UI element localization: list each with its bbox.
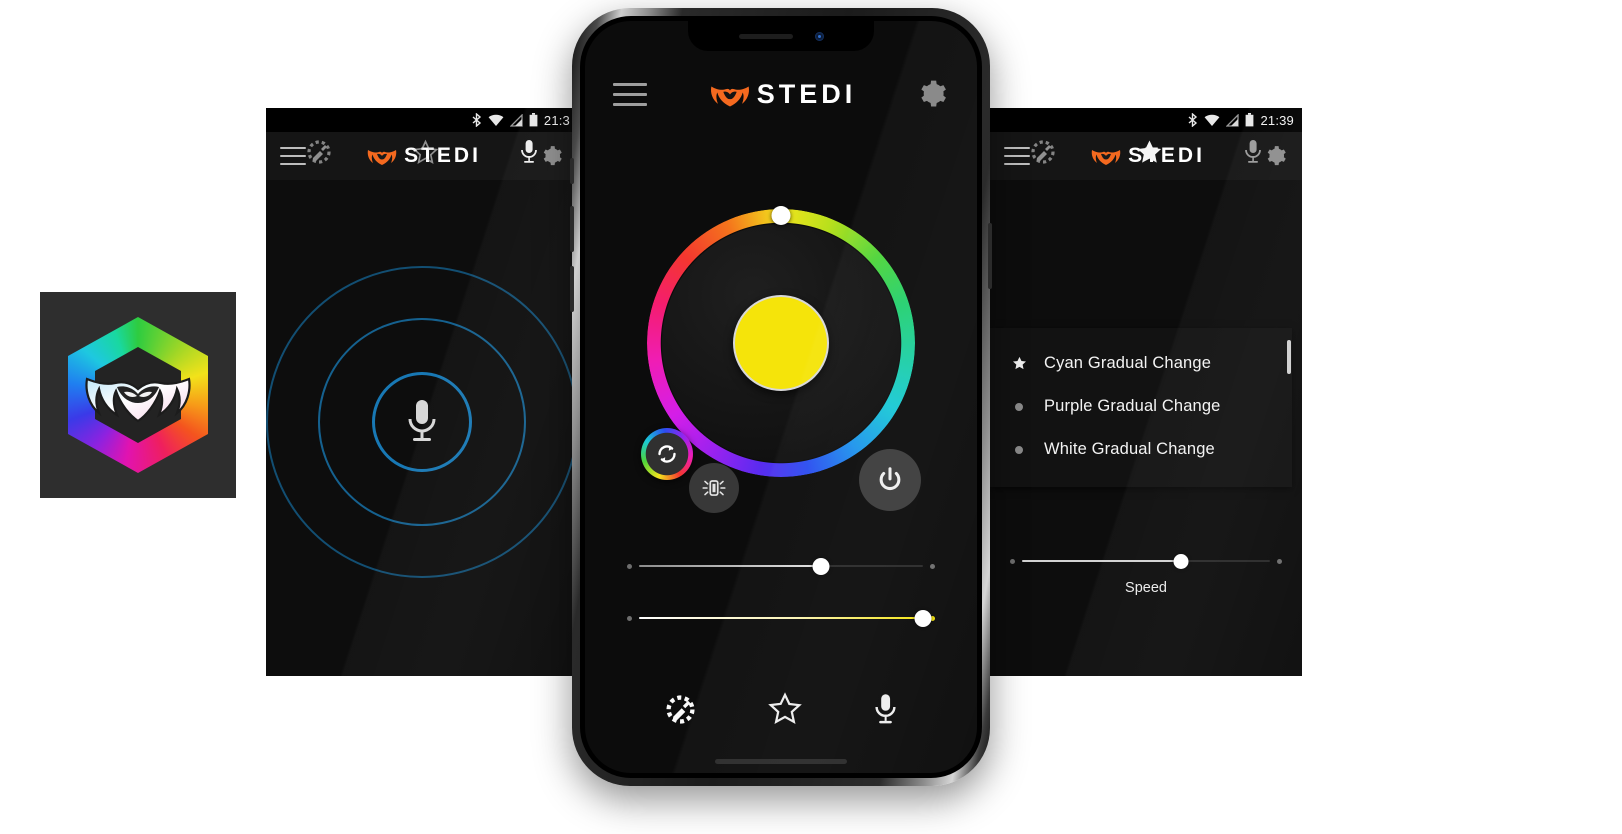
mute-switch[interactable] (570, 158, 574, 184)
center-appbar: STEDI (585, 67, 977, 121)
speed-slider-label: Speed (1125, 580, 1167, 596)
star-filled-icon (1010, 356, 1028, 371)
list-scrollbar[interactable] (1287, 340, 1291, 374)
center-brand: STEDI (710, 79, 857, 110)
tab-voice[interactable] (1244, 139, 1262, 165)
refresh-cycle-icon (658, 445, 676, 463)
tab-favourites[interactable] (412, 139, 439, 166)
right-phone: 21:39 STEDI Cyan Gradual Change Purple G… (990, 108, 1302, 676)
favourites-list: Cyan Gradual Change Purple Gradual Chang… (990, 328, 1292, 487)
slider-max-cap (930, 563, 935, 569)
list-item[interactable]: Cyan Gradual Change (990, 342, 1292, 385)
tab-color-picker[interactable] (306, 139, 332, 165)
color-cycle-button[interactable] (641, 428, 693, 480)
preset-label: Cyan Gradual Change (1044, 354, 1212, 372)
slider-min-cap (627, 563, 632, 569)
front-camera (814, 31, 824, 41)
stedi-wing-icon (710, 86, 749, 106)
speed-control: Speed (1010, 552, 1282, 596)
brand-wordmark: STEDI (756, 78, 857, 109)
side-power-button[interactable] (988, 223, 992, 289)
gear-icon[interactable] (919, 79, 949, 109)
tab-color-picker[interactable] (665, 694, 696, 725)
tab-favourites[interactable] (1136, 139, 1163, 166)
slider-knob[interactable] (914, 609, 932, 627)
slider-min-cap (1010, 558, 1015, 564)
power-button[interactable] (859, 449, 921, 511)
list-item[interactable]: Purple Gradual Change (990, 385, 1292, 428)
app-icon-tile[interactable] (40, 292, 236, 498)
slider-knob[interactable] (812, 557, 830, 575)
slider-fill (639, 616, 925, 620)
owl-wings-icon (85, 377, 191, 423)
home-indicator[interactable] (715, 759, 847, 764)
preset-label: Purple Gradual Change (1044, 397, 1221, 415)
center-navbar (585, 681, 977, 737)
color-wheel-handle[interactable] (771, 206, 791, 225)
brightness-slider[interactable] (627, 606, 935, 630)
slider-fill (1022, 559, 1188, 563)
power-icon (879, 467, 901, 491)
left-phone: 21:3 STEDI (266, 108, 578, 676)
slider-max-cap (1277, 558, 1282, 564)
tab-voice[interactable] (520, 139, 538, 165)
speaker-grille (738, 33, 793, 39)
center-screen: STEDI (585, 21, 977, 773)
app-icon-hexagon (68, 317, 208, 473)
list-item[interactable]: White Gradual Change (990, 428, 1292, 471)
slider-fill (639, 564, 828, 568)
speed-slider[interactable] (627, 554, 935, 578)
tab-favourites[interactable] (768, 692, 802, 726)
strobe-flash-icon (702, 480, 726, 496)
dot-icon (1010, 445, 1028, 454)
hamburger-menu-icon[interactable] (613, 82, 647, 106)
microphone-icon[interactable] (405, 398, 439, 446)
screenshot-stage: 21:3 STEDI 21:39 STEDI Cyan Gradual Chan… (0, 0, 1622, 834)
preset-label: White Gradual Change (1044, 440, 1215, 458)
center-sliders (627, 554, 935, 630)
tab-color-picker[interactable] (1030, 139, 1056, 165)
volume-down-button[interactable] (570, 266, 574, 312)
tab-voice[interactable] (874, 693, 897, 726)
dot-icon (1010, 402, 1028, 411)
selected-color-swatch (733, 295, 829, 391)
slider-min-cap (627, 615, 632, 621)
right-navbar (990, 124, 1302, 180)
phone-bezel: STEDI (580, 16, 982, 778)
speed-slider[interactable] (1010, 552, 1282, 570)
left-navbar (266, 124, 578, 180)
color-cycle-core (646, 433, 688, 475)
strobe-button[interactable] (689, 463, 739, 513)
center-phone: STEDI (570, 8, 992, 786)
slider-knob[interactable] (1173, 553, 1189, 569)
volume-up-button[interactable] (570, 206, 574, 252)
phone-notch (688, 21, 874, 51)
